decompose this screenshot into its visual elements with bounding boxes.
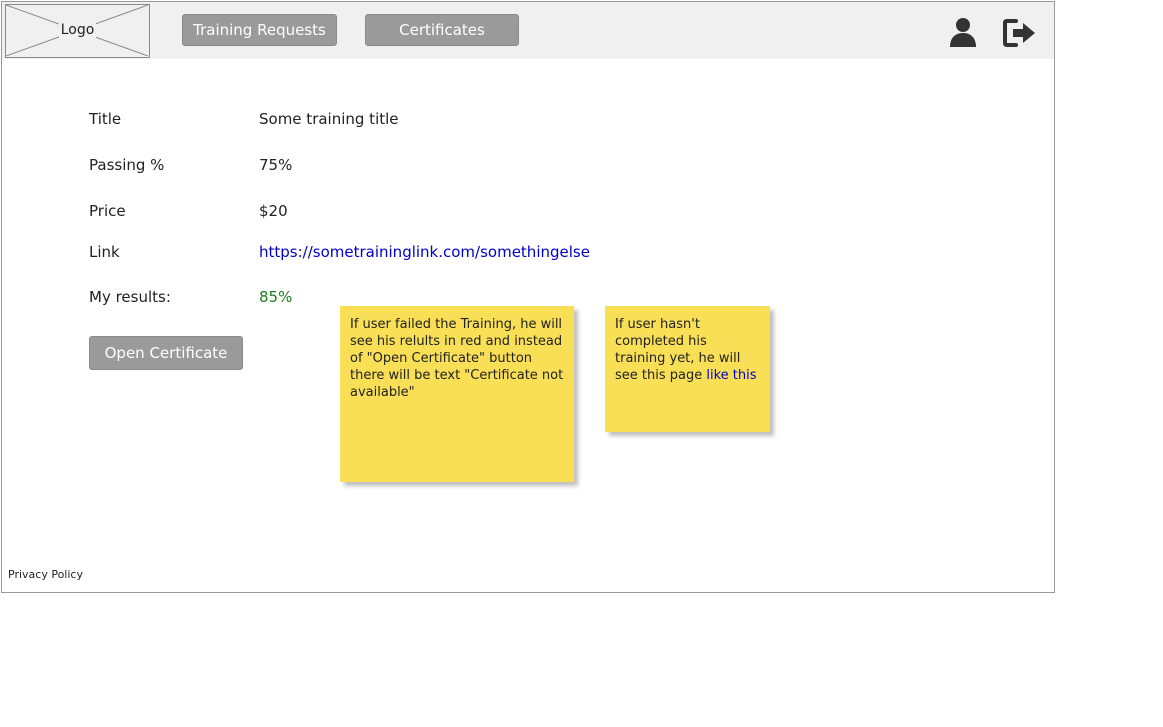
incomplete-training-note: If user hasn't completed his training ye… [605,306,770,432]
user-icon[interactable] [947,16,981,50]
title-label: Title [89,110,122,128]
title-value: Some training title [259,110,399,128]
certificates-button[interactable]: Certificates [365,14,519,46]
logo-label: Logo [58,22,97,38]
failed-training-note: If user failed the Training, he will see… [340,306,574,482]
like-this-link[interactable]: like this [706,368,756,383]
logo[interactable]: Logo [5,4,150,58]
header-bar: Logo Training Requests Certificates [2,2,1054,59]
passing-label: Passing % [89,156,165,174]
logo-text-wrap: Logo [6,22,149,38]
open-certificate-button[interactable]: Open Certificate [89,336,243,370]
results-label: My results: [89,288,171,306]
price-value: $20 [259,202,288,220]
results-value: 85% [259,288,293,306]
passing-value: 75% [259,156,293,174]
link-label: Link [89,243,120,261]
training-requests-button[interactable]: Training Requests [182,14,337,46]
training-link[interactable]: https://sometraininglink.com/somethingel… [259,243,590,261]
failed-note-text: If user failed the Training, he will see… [350,317,564,400]
privacy-policy-link[interactable]: Privacy Policy [8,568,83,581]
logout-icon[interactable] [1002,16,1036,50]
price-label: Price [89,202,126,220]
